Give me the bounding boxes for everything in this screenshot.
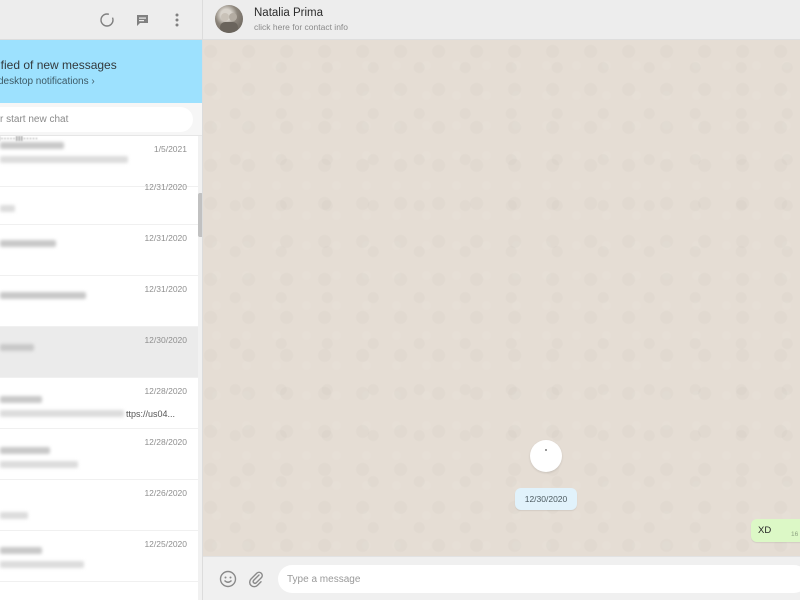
chat-date: 12/31/2020 xyxy=(144,284,187,294)
contact-info-link[interactable]: click here for contact info xyxy=(254,22,348,32)
chat-preview: ttps://us04... xyxy=(126,409,176,419)
chat-name-redacted xyxy=(0,396,42,403)
chat-name-redacted xyxy=(0,447,50,454)
chat-name-redacted xyxy=(0,292,86,299)
chat-date: 12/28/2020 xyxy=(144,386,187,396)
attach-icon[interactable] xyxy=(246,569,266,589)
chat-preview-redacted xyxy=(0,512,28,519)
date-separator: 12/30/2020 xyxy=(515,488,577,510)
conversation-pane: Natalia Prima click here for contact inf… xyxy=(203,0,800,600)
chat-preview-redacted xyxy=(0,205,15,212)
chat-date: 12/28/2020 xyxy=(144,437,187,447)
chat-sidebar: ified of new messages desktop notificati… xyxy=(0,0,203,600)
contact-avatar[interactable] xyxy=(215,5,243,33)
sidebar-header xyxy=(0,0,202,40)
conversation-header[interactable]: Natalia Prima click here for contact inf… xyxy=(203,0,800,40)
chat-date: 12/30/2020 xyxy=(144,335,187,345)
chat-name-redacted xyxy=(0,240,56,247)
chat-date: 12/31/2020 xyxy=(144,182,187,192)
chat-row[interactable]: ttps://us04... 12/28/2020 xyxy=(0,378,198,429)
message-area: 12/30/2020 XD 16 xyxy=(203,40,800,556)
chat-row[interactable]: 12/25/2020 xyxy=(0,531,198,582)
chat-name-redacted xyxy=(0,142,64,149)
chat-name-redacted xyxy=(0,547,42,554)
chat-row[interactable]: 12/31/2020 xyxy=(0,276,198,327)
chat-row[interactable]: 12/26/2020 xyxy=(0,480,198,531)
outgoing-message[interactable]: XD 16 xyxy=(751,519,800,542)
search-bar xyxy=(0,103,202,136)
chat-date: 12/31/2020 xyxy=(144,233,187,243)
chat-list: ı·····ııı····· 1/5/2021 12/31/2020 12/31… xyxy=(0,136,198,600)
search-input[interactable] xyxy=(0,107,193,132)
chat-preview-redacted xyxy=(0,461,78,468)
chat-row[interactable]: 12/28/2020 xyxy=(0,429,198,480)
menu-icon[interactable] xyxy=(167,10,187,30)
new-chat-icon[interactable] xyxy=(132,10,152,30)
chat-name-redacted xyxy=(0,344,34,351)
loading-spinner xyxy=(530,440,562,472)
chat-date: 12/25/2020 xyxy=(144,539,187,549)
notification-title: ified of new messages xyxy=(0,58,117,72)
message-text: XD xyxy=(758,525,772,536)
message-input[interactable] xyxy=(278,565,800,593)
chat-row[interactable]: 12/31/2020 xyxy=(0,225,198,276)
emoji-icon[interactable] xyxy=(218,569,238,589)
chat-row[interactable]: 12/31/2020 xyxy=(0,174,198,225)
message-time: 16 xyxy=(791,531,799,538)
chat-date: 1/5/2021 xyxy=(153,144,187,154)
notification-banner[interactable]: ified of new messages desktop notificati… xyxy=(0,40,202,103)
chat-preview-redacted xyxy=(0,156,128,163)
status-icon[interactable] xyxy=(97,10,117,30)
contact-name: Natalia Prima xyxy=(254,7,324,19)
message-composer xyxy=(203,556,800,600)
chat-preview-redacted xyxy=(0,561,84,568)
chat-preview-redacted xyxy=(0,410,124,417)
enable-notifications-link[interactable]: desktop notifications › xyxy=(0,76,95,87)
spinner-dot xyxy=(545,449,547,451)
chat-row-selected[interactable]: 12/30/2020 xyxy=(0,327,198,378)
chat-date: 12/26/2020 xyxy=(144,488,187,498)
